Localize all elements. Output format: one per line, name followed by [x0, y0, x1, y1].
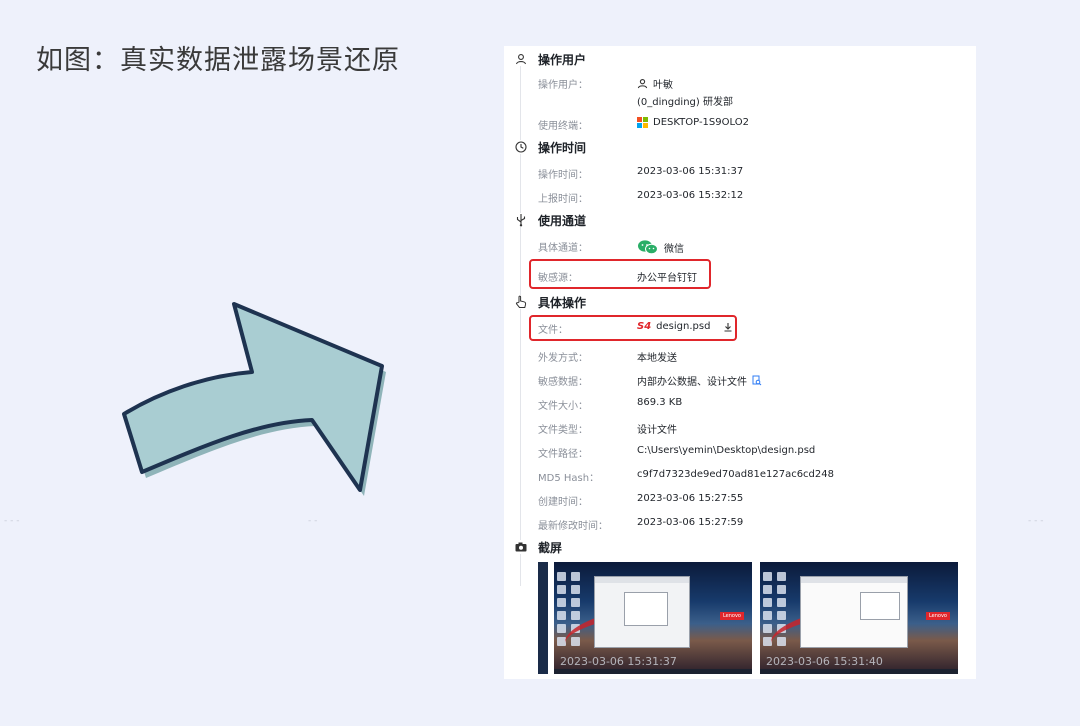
- row-channel: 具体通道： 微信: [504, 236, 976, 256]
- row-send-method: 外发方式： 本地发送: [504, 346, 976, 366]
- field-value: C:\Users\yemin\Desktop\design.psd: [637, 445, 816, 456]
- row-sensitive-source: 敏感源： 办公平台钉钉: [504, 266, 976, 286]
- edge-mark: - - -: [1028, 516, 1044, 526]
- field-label: 文件大小：: [538, 401, 588, 412]
- hand-pointer-icon: [514, 295, 528, 309]
- field-value: 2023-03-06 15:27:59: [637, 517, 744, 528]
- section-title: 截屏: [538, 540, 563, 555]
- row-op-time: 操作时间： 2023-03-06 15:31:37: [504, 163, 976, 183]
- screenshot-timestamp: 2023-03-06 15:31:40: [766, 655, 883, 668]
- row-file-type: 文件类型： 设计文件: [504, 418, 976, 438]
- field-value: 869.3 KB: [637, 397, 683, 408]
- field-value: 内部办公数据、设计文件: [637, 373, 762, 388]
- channel-name: 微信: [664, 243, 684, 255]
- field-value: DESKTOP-1S9OLO2: [637, 117, 749, 128]
- section-title: 操作时间: [538, 140, 587, 155]
- person-icon: [514, 52, 528, 66]
- field-label: 文件路径：: [538, 449, 588, 460]
- field-label: 操作用户：: [538, 80, 588, 91]
- field-value: 本地发送: [637, 353, 677, 364]
- download-icon[interactable]: [723, 322, 733, 332]
- edge-mark: - - -: [4, 516, 20, 526]
- field-value: 办公平台钉钉: [637, 273, 697, 284]
- field-label: 文件类型：: [538, 425, 588, 436]
- pointer-arrow-graphic: [122, 302, 386, 496]
- row-file-path: 文件路径： C:\Users\yemin\Desktop\design.psd: [504, 442, 976, 462]
- field-value: 叶敏: [637, 76, 673, 91]
- field-label: 敏感源：: [538, 273, 578, 284]
- section-title: 操作用户: [538, 52, 587, 67]
- field-label: 上报时间：: [538, 194, 588, 205]
- field-label: 敏感数据：: [538, 377, 588, 388]
- operator-dept: (0_dingding) 研发部: [637, 97, 733, 108]
- field-value: 2023-03-06 15:31:37: [637, 166, 744, 177]
- screenshot-strip: Lenovo 2023-03-06 15:31:37 Lenovo 2023-0…: [538, 562, 958, 674]
- row-file-size: 文件大小： 869.3 KB: [504, 394, 976, 414]
- field-label: 外发方式：: [538, 353, 588, 364]
- event-detail-panel: 操作用户 操作用户： 叶敏 (0_dingding) 研发部 使用终端： DES…: [504, 46, 976, 679]
- sensitive-data-value: 内部办公数据、设计文件: [637, 377, 747, 388]
- field-label: MD5 Hash：: [538, 473, 600, 484]
- screenshot-thumbnail[interactable]: Lenovo 2023-03-06 15:31:40 ›: [760, 562, 958, 674]
- usb-icon: [514, 213, 528, 227]
- clock-icon: [514, 140, 528, 154]
- row-created: 创建时间： 2023-03-06 15:27:55: [504, 490, 976, 510]
- wechat-icon: [638, 240, 658, 255]
- search-doc-icon[interactable]: [752, 375, 762, 386]
- row-modified: 最新修改时间： 2023-03-06 15:27:59: [504, 514, 976, 534]
- row-file: 文件： S4 design.psd: [504, 318, 976, 338]
- user-icon: [637, 79, 648, 89]
- field-value: 2023-03-06 15:27:55: [637, 493, 744, 504]
- terminal-name: DESKTOP-1S9OLO2: [653, 117, 749, 128]
- row-sensitive-data: 敏感数据： 内部办公数据、设计文件: [504, 370, 976, 390]
- operator-name[interactable]: 叶敏: [653, 76, 673, 91]
- camera-icon: [514, 540, 528, 554]
- section-title: 具体操作: [538, 295, 587, 310]
- lenovo-logo: Lenovo: [719, 612, 744, 620]
- field-value: S4 design.psd: [637, 321, 733, 332]
- lenovo-logo: Lenovo: [925, 612, 950, 620]
- row-terminal: 使用终端： DESKTOP-1S9OLO2: [504, 114, 976, 134]
- carousel-prev-edge[interactable]: [538, 562, 548, 674]
- section-title: 使用通道: [538, 213, 587, 228]
- field-value: 微信: [637, 239, 684, 255]
- field-label: 使用终端：: [538, 121, 588, 132]
- row-operator-dept: (0_dingding) 研发部: [504, 90, 976, 110]
- field-label: 最新修改时间：: [538, 521, 608, 532]
- field-value: c9f7d7323de9ed70ad81e127ac6cd248: [637, 469, 834, 480]
- windows-icon: [637, 117, 648, 128]
- field-label: 文件：: [538, 325, 568, 336]
- field-value: 2023-03-06 15:32:12: [637, 190, 744, 201]
- slide-title: 如图：真实数据泄露场景还原: [36, 45, 400, 76]
- field-label: 创建时间：: [538, 497, 588, 508]
- row-md5: MD5 Hash： c9f7d7323de9ed70ad81e127ac6cd2…: [504, 466, 976, 486]
- screenshot-timestamp: 2023-03-06 15:31:37: [560, 655, 677, 668]
- sensitivity-badge: S4: [637, 321, 652, 332]
- screenshot-thumbnail[interactable]: Lenovo 2023-03-06 15:31:37: [554, 562, 752, 674]
- file-name[interactable]: design.psd: [656, 321, 710, 332]
- field-label: 操作时间：: [538, 170, 588, 181]
- edge-mark: - -: [308, 516, 318, 526]
- row-report-time: 上报时间： 2023-03-06 15:32:12: [504, 187, 976, 207]
- field-value: 设计文件: [637, 425, 677, 436]
- field-label: 具体通道：: [538, 243, 588, 254]
